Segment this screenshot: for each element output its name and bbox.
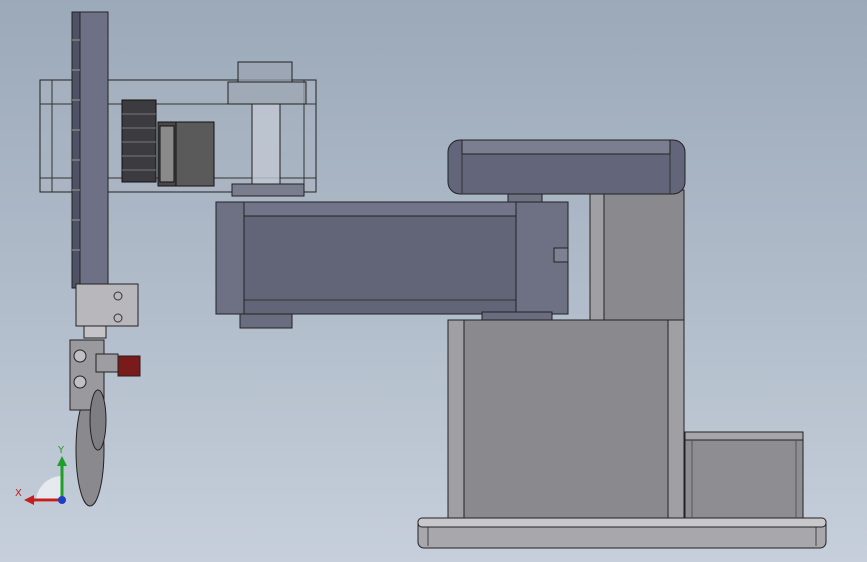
vertical-rack-shaft[interactable] (71, 11, 109, 289)
base-cap[interactable] (447, 139, 686, 195)
upper-arm-link[interactable] (215, 201, 569, 329)
stepper-motor[interactable] (157, 121, 215, 187)
graphics-viewport[interactable]: X Y (0, 0, 867, 562)
gripper-mount-block[interactable] (75, 283, 139, 339)
cad-model-scene[interactable]: X Y (0, 0, 867, 562)
x-axis-label: X (15, 488, 22, 499)
end-effector-gripper[interactable] (69, 339, 141, 507)
base-plate[interactable] (417, 517, 827, 549)
y-axis-label: Y (57, 445, 65, 456)
side-electronics-box[interactable] (684, 431, 804, 519)
coordinate-triad: X Y (15, 445, 67, 505)
gear-train (121, 99, 157, 183)
shoulder-joint-ring (507, 193, 543, 203)
gripper-sensor (117, 355, 141, 377)
z-axis-dot (58, 496, 66, 504)
